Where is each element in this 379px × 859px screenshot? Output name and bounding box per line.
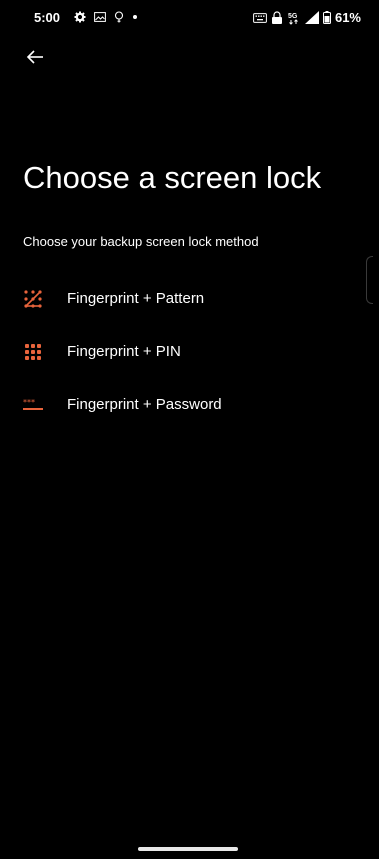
- option-label: Fingerprint + Pattern: [67, 290, 205, 307]
- network-label: 5G: [288, 13, 298, 20]
- svg-text:***: ***: [23, 398, 35, 407]
- back-button[interactable]: [22, 46, 48, 72]
- option-pin[interactable]: Fingerprint + PIN: [8, 325, 371, 378]
- signal-icon: [304, 11, 319, 24]
- page-subtitle: Choose your backup screen lock method: [23, 234, 259, 249]
- vpn-icon: [271, 10, 283, 25]
- battery-percentage: 61%: [334, 10, 361, 25]
- password-icon: ***: [22, 394, 44, 416]
- lock-options-list: Fingerprint + Pattern Fingerprint + PIN: [8, 272, 371, 431]
- battery-icon: [322, 11, 331, 24]
- arrow-left-icon: [26, 49, 44, 70]
- gear-icon: [74, 11, 86, 23]
- 5g-icon: 5G: [287, 11, 301, 25]
- status-right-icons: 5G 61%: [253, 10, 361, 25]
- option-password[interactable]: *** Fingerprint + Password: [8, 378, 371, 431]
- dot-icon: [132, 14, 138, 20]
- option-label: Fingerprint + Password: [67, 396, 222, 413]
- keyboard-icon: [253, 12, 267, 23]
- pin-icon: [22, 341, 44, 363]
- pattern-icon: [22, 288, 44, 310]
- page-title: Choose a screen lock: [23, 160, 322, 195]
- gallery-icon: [94, 12, 106, 22]
- screen: 5:00 5G 61% Choose a screen lock Choose …: [8, 0, 373, 859]
- status-time: 5:00: [34, 10, 61, 25]
- option-label: Fingerprint + PIN: [67, 343, 181, 360]
- status-left-icons: [74, 11, 138, 23]
- option-pattern[interactable]: Fingerprint + Pattern: [8, 272, 371, 325]
- bulb-icon: [114, 11, 124, 23]
- home-indicator[interactable]: [138, 847, 238, 851]
- status-bar: 5:00 5G 61%: [8, 10, 371, 30]
